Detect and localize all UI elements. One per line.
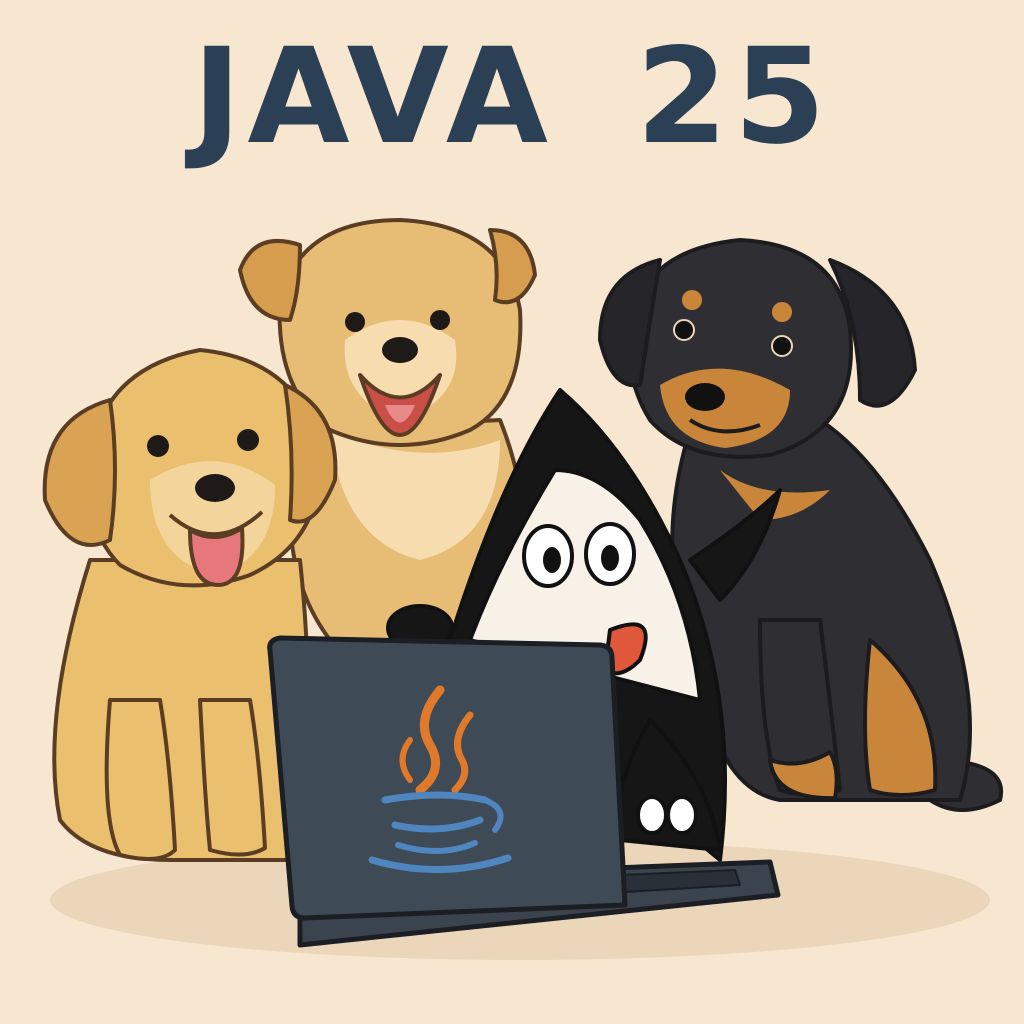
- duke-pupil-right: [601, 545, 619, 571]
- black-tan-puppy-eye-right: [771, 335, 793, 357]
- fluffy-puppy-ear-left: [238, 238, 302, 322]
- fluffy-puppy-ear-right: [488, 228, 537, 305]
- black-tan-puppy-brow-right: [772, 302, 792, 322]
- duke-pupil-left: [543, 547, 561, 573]
- duke-small-eye-left: [636, 795, 668, 835]
- black-tan-puppy-nose: [685, 383, 725, 411]
- golden-puppy-nose: [195, 474, 235, 502]
- fluffy-puppy-eye-left: [345, 312, 365, 332]
- golden-puppy-ear-left: [42, 398, 117, 547]
- golden-puppy-eye-right: [237, 429, 259, 451]
- fluffy-puppy-nose: [382, 337, 418, 363]
- fluffy-puppy-eye-right: [430, 310, 450, 330]
- golden-puppy-body: [52, 558, 310, 862]
- black-tan-puppy-eye-left: [673, 319, 695, 341]
- golden-puppy-eye-left: [147, 435, 169, 457]
- duke-small-eye-right: [666, 795, 698, 835]
- golden-puppy-leg-left: [104, 698, 177, 861]
- illustration: [42, 218, 1004, 960]
- black-tan-puppy-brow-left: [682, 290, 702, 310]
- golden-puppy-tongue: [188, 526, 245, 587]
- golden-puppy-leg-right: [198, 698, 267, 857]
- laptop-screen: [267, 635, 628, 921]
